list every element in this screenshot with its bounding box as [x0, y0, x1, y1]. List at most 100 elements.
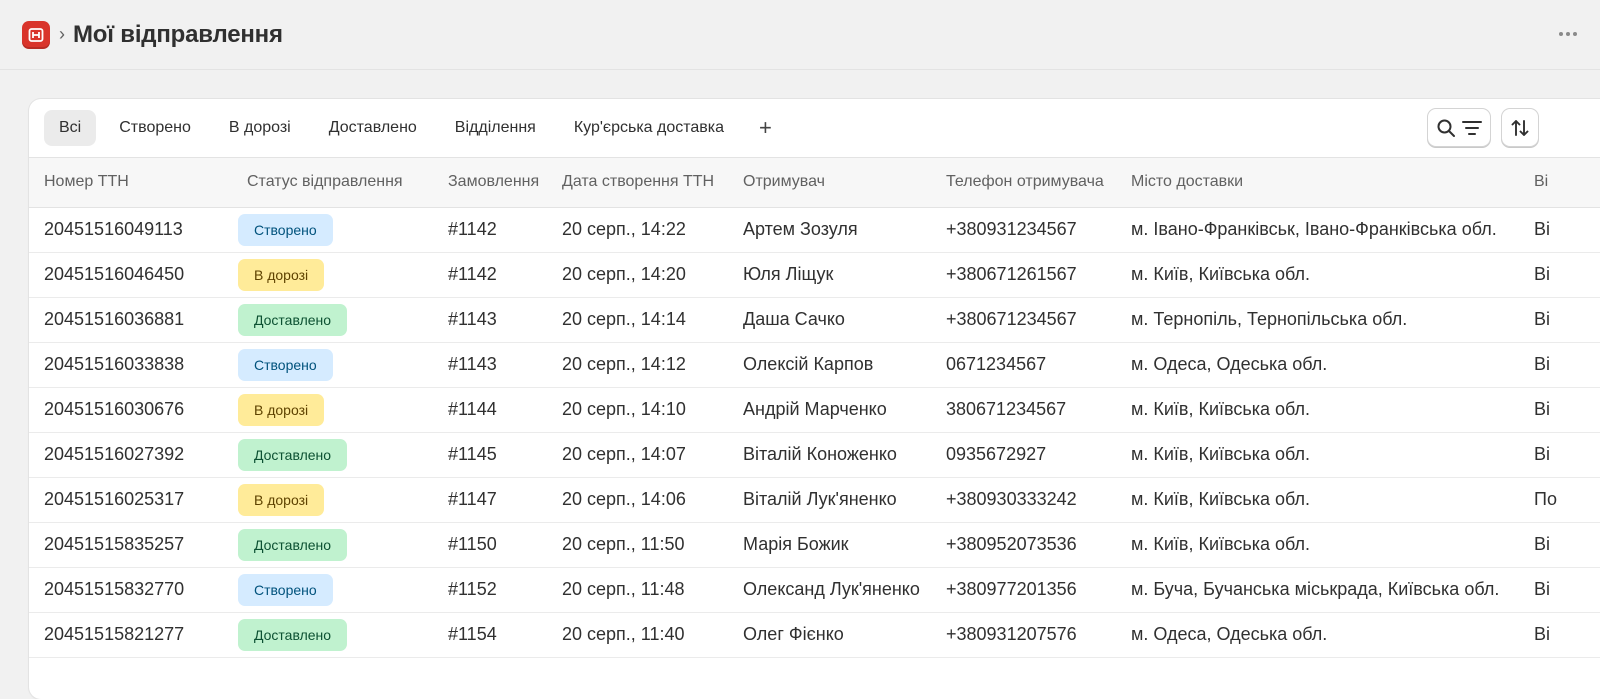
column-header[interactable]: Телефон отримувача: [931, 158, 1116, 208]
extra-cell: По: [1519, 477, 1600, 523]
date-cell: 20 серп., 14:10: [547, 387, 728, 433]
city-cell: м. Київ, Київська обл.: [1116, 387, 1519, 433]
phone-cell: +380977201356: [931, 567, 1116, 613]
page-title: Мої відправлення: [73, 20, 283, 48]
table-header-row: Номер ТТН Статус відправлення Замовлення Да…: [29, 158, 1600, 208]
phone-cell: +380931207576: [931, 612, 1116, 658]
order-cell: #1142: [433, 207, 547, 253]
ttn-cell: 20451516030676: [29, 387, 232, 433]
column-header[interactable]: Номер ТТН: [29, 158, 232, 208]
city-cell: м. Одеса, Одеська обл.: [1116, 342, 1519, 388]
date-cell: 20 серп., 14:20: [547, 252, 728, 298]
date-cell: 20 серп., 14:06: [547, 477, 728, 523]
recipient-cell: Олексій Карпов: [728, 342, 931, 388]
table-row[interactable]: 20451516030676 В дорозі #1144 20 серп., 14:…: [29, 387, 1600, 433]
status-badge: Доставлено: [238, 438, 348, 471]
table-row[interactable]: 20451516033838 Створено #1143 20 серп., 14:…: [29, 342, 1600, 388]
column-header[interactable]: Ві: [1519, 158, 1600, 208]
column-header[interactable]: Дата створення ТТН: [547, 158, 728, 208]
recipient-cell: Андрій Марченко: [728, 387, 931, 433]
date-cell: 20 серп., 11:40: [547, 612, 728, 658]
status-cell: В дорозі: [232, 252, 433, 298]
order-cell: #1142: [433, 252, 547, 298]
city-cell: м. Буча, Бучанська міськрада, Київська о…: [1116, 567, 1519, 613]
date-cell: 20 серп., 14:14: [547, 297, 728, 343]
status-cell: Створено: [232, 207, 433, 253]
ttn-cell: 20451516033838: [29, 342, 232, 388]
table-row[interactable]: 20451515821277 Доставлено #1154 20 серп., 1…: [29, 612, 1600, 658]
city-cell: м. Київ, Київська обл.: [1116, 477, 1519, 523]
column-header[interactable]: Місто доставки: [1116, 158, 1519, 208]
recipient-cell: Олег Фієнко: [728, 612, 931, 658]
status-badge: В дорозі: [238, 258, 325, 291]
table-row[interactable]: 20451515835257 Доставлено #1150 20 серп., 1…: [29, 522, 1600, 568]
tab-1[interactable]: Створено: [104, 110, 206, 146]
phone-cell: +380671234567: [931, 297, 1116, 343]
tabs-bar: Всі Створено В дорозі Доставлено Відділення К…: [29, 99, 1600, 158]
ttn-cell: 20451515832770: [29, 567, 232, 613]
status-cell: Доставлено: [232, 612, 433, 658]
city-cell: м. Івано-Франківськ, Івано-Франківська о…: [1116, 207, 1519, 253]
status-cell: В дорозі: [232, 477, 433, 523]
status-cell: Доставлено: [232, 522, 433, 568]
table-row[interactable]: 20451516046450 В дорозі #1142 20 серп., 14:…: [29, 252, 1600, 298]
recipient-cell: Юля Ліщук: [728, 252, 931, 298]
table-row[interactable]: 20451516027392 Доставлено #1145 20 серп., 1…: [29, 432, 1600, 478]
breadcrumb-separator: ›: [59, 24, 65, 44]
add-view-button[interactable]: +: [747, 111, 784, 145]
recipient-cell: Віталій Коноженко: [728, 432, 931, 478]
tab-0[interactable]: Всі: [44, 110, 97, 146]
app-logo-icon[interactable]: [22, 20, 50, 49]
tab-4[interactable]: Відділення: [440, 110, 551, 146]
status-cell: Доставлено: [232, 297, 433, 343]
date-cell: 20 серп., 11:50: [547, 522, 728, 568]
recipient-cell: Віталій Лук'яненко: [728, 477, 931, 523]
extra-cell: Ві: [1519, 387, 1600, 433]
status-badge: Доставлено: [238, 303, 348, 336]
sort-icon: [1511, 119, 1529, 136]
table-row[interactable]: 20451516049113 Створено #1142 20 серп., 14:…: [29, 207, 1600, 253]
city-cell: м. Тернопіль, Тернопільська обл.: [1116, 297, 1519, 343]
table-row[interactable]: 20451516025317 В дорозі #1147 20 серп., 14:…: [29, 477, 1600, 523]
recipient-cell: Олександ Лук'яненко: [728, 567, 931, 613]
status-badge: Доставлено: [238, 528, 348, 561]
status-badge: В дорозі: [238, 483, 325, 516]
table-row[interactable]: 20451515832770 Створено #1152 20 серп., 11:…: [29, 567, 1600, 613]
shipments-card: Всі Створено В дорозі Доставлено Відділення К…: [29, 99, 1600, 699]
more-actions-icon[interactable]: [1554, 22, 1582, 46]
status-cell: В дорозі: [232, 387, 433, 433]
order-cell: #1154: [433, 612, 547, 658]
tab-3[interactable]: Доставлено: [314, 110, 432, 146]
date-cell: 20 серп., 14:07: [547, 432, 728, 478]
column-header[interactable]: Замовлення: [433, 158, 547, 208]
status-badge: Створено: [238, 573, 333, 606]
tab-5[interactable]: Кур'єрська доставка: [559, 110, 739, 146]
column-header[interactable]: Статус відправлення: [232, 158, 433, 208]
extra-cell: Ві: [1519, 612, 1600, 658]
search-icon: [1437, 119, 1455, 137]
status-badge: Створено: [238, 213, 333, 246]
tab-2[interactable]: В дорозі: [214, 110, 306, 146]
table-row[interactable]: 20451516036881 Доставлено #1143 20 серп., 1…: [29, 297, 1600, 343]
column-header[interactable]: Отримувач: [728, 158, 931, 208]
order-cell: #1147: [433, 477, 547, 523]
status-cell: Доставлено: [232, 432, 433, 478]
phone-cell: 0671234567: [931, 342, 1116, 388]
extra-cell: Ві: [1519, 297, 1600, 343]
extra-cell: Ві: [1519, 342, 1600, 388]
order-cell: #1152: [433, 567, 547, 613]
ttn-cell: 20451515821277: [29, 612, 232, 658]
search-filter-button[interactable]: [1428, 109, 1490, 146]
ttn-cell: 20451516046450: [29, 252, 232, 298]
shipments-table: Номер ТТН Статус відправлення Замовлення Да…: [29, 158, 1600, 658]
status-cell: Створено: [232, 342, 433, 388]
ttn-cell: 20451516036881: [29, 297, 232, 343]
status-cell: Створено: [232, 567, 433, 613]
extra-cell: Ві: [1519, 567, 1600, 613]
city-cell: м. Київ, Київська обл.: [1116, 252, 1519, 298]
recipient-cell: Марія Божик: [728, 522, 931, 568]
status-badge: Доставлено: [238, 618, 348, 651]
sort-button[interactable]: [1502, 109, 1538, 146]
date-cell: 20 серп., 11:48: [547, 567, 728, 613]
city-cell: м. Київ, Київська обл.: [1116, 432, 1519, 478]
